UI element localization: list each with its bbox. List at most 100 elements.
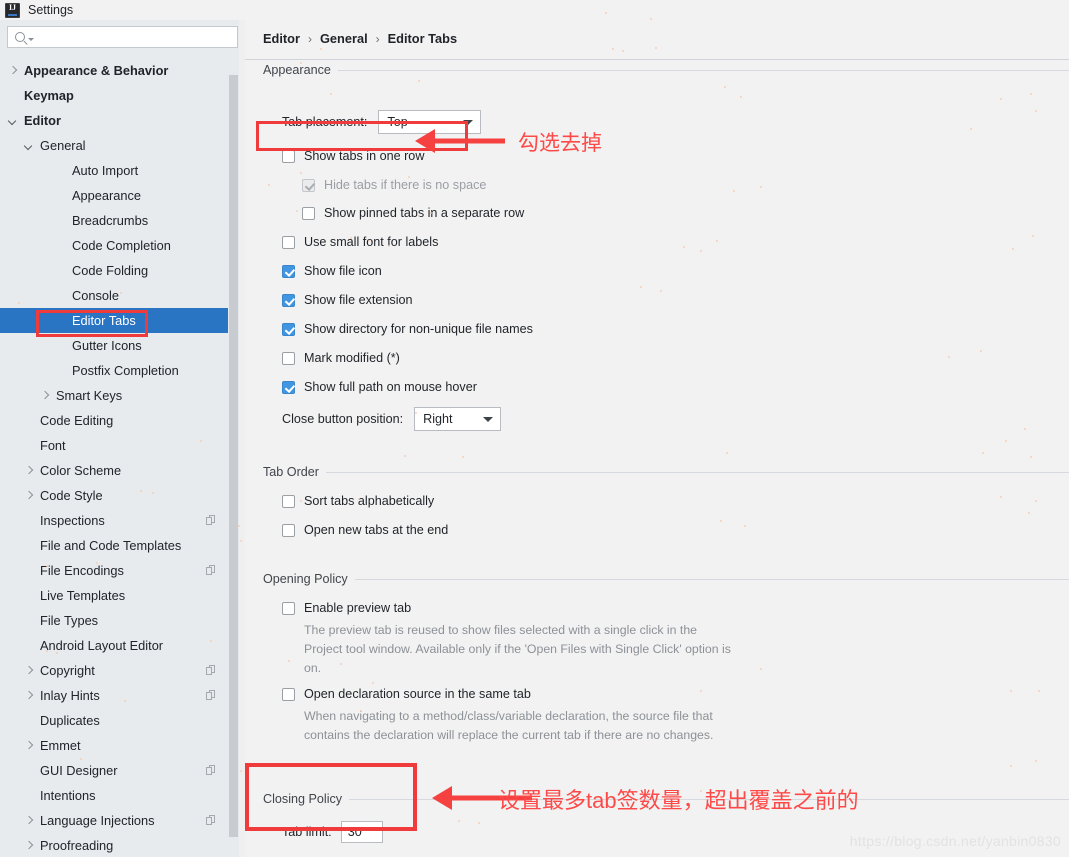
sidebar-item-appearance[interactable]: Appearance <box>0 183 228 208</box>
chevron-right-icon[interactable] <box>24 466 34 476</box>
sidebar-item-inlay-hints[interactable]: Inlay Hints <box>0 683 228 708</box>
sidebar-item-code-completion[interactable]: Code Completion <box>0 233 228 258</box>
speck <box>716 240 718 242</box>
tree-spacer <box>24 566 34 576</box>
speck <box>1010 765 1012 767</box>
search-filter-caret-icon[interactable] <box>28 38 34 41</box>
checkbox-box[interactable] <box>282 150 295 163</box>
checkbox-use-small-font-for-labels[interactable]: Use small font for labels <box>282 235 438 249</box>
sidebar-item-copyright[interactable]: Copyright <box>0 658 228 683</box>
speck <box>46 565 48 567</box>
chevron-right-icon[interactable] <box>24 666 34 676</box>
checkbox-mark-modified[interactable]: Mark modified (*) <box>282 351 400 365</box>
sidebar-item-appearance-behavior[interactable]: Appearance & Behavior <box>0 58 228 83</box>
checkbox-box[interactable] <box>282 323 295 336</box>
checkbox-box[interactable] <box>282 688 295 701</box>
tree-spacer <box>56 216 66 226</box>
sidebar-item-postfix-completion[interactable]: Postfix Completion <box>0 358 228 383</box>
speck <box>124 700 126 702</box>
sidebar-item-smart-keys[interactable]: Smart Keys <box>0 383 228 408</box>
checkbox-box[interactable] <box>282 352 295 365</box>
checkbox-open-new-tabs-at-the-end[interactable]: Open new tabs at the end <box>282 523 448 537</box>
checkbox-show-directory-for-non-unique-file-names[interactable]: Show directory for non-unique file names <box>282 322 533 336</box>
checkbox-box[interactable] <box>282 495 295 508</box>
sidebar-item-general[interactable]: General <box>0 133 228 158</box>
chevron-right-icon[interactable] <box>24 491 34 501</box>
checkbox-box <box>302 179 315 192</box>
sidebar-item-file-and-code-templates[interactable]: File and Code Templates <box>0 533 228 558</box>
checkbox-enable-preview-tab[interactable]: Enable preview tab <box>282 601 411 615</box>
sidebar-item-live-templates[interactable]: Live Templates <box>0 583 228 608</box>
chevron-right-icon[interactable] <box>24 691 34 701</box>
tab-limit-input[interactable]: 30 <box>341 821 383 843</box>
sidebar-item-android-layout-editor[interactable]: Android Layout Editor <box>0 633 228 658</box>
sidebar-item-language-injections[interactable]: Language Injections <box>0 808 228 833</box>
checkbox-box[interactable] <box>282 265 295 278</box>
chevron-right-icon[interactable] <box>40 391 50 401</box>
sidebar-scrollbar-thumb[interactable] <box>229 75 238 837</box>
checkbox-box[interactable] <box>282 294 295 307</box>
search-icon <box>15 32 25 42</box>
checkbox-show-file-icon[interactable]: Show file icon <box>282 264 382 278</box>
sidebar-item-gui-designer[interactable]: GUI Designer <box>0 758 228 783</box>
checkbox-label: Hide tabs if there is no space <box>324 178 486 192</box>
open-declaration-source-description: When navigating to a method/class/variab… <box>304 707 719 745</box>
chevron-down-icon[interactable] <box>8 116 18 126</box>
chevron-right-icon[interactable] <box>24 841 34 851</box>
chevron-right-icon[interactable] <box>24 816 34 826</box>
sidebar-item-code-style[interactable]: Code Style <box>0 483 228 508</box>
breadcrumb-item-editor[interactable]: Editor <box>263 31 300 46</box>
chevron-down-icon[interactable] <box>24 141 34 151</box>
checkbox-show-pinned-tabs-separate-row[interactable]: Show pinned tabs in a separate row <box>302 206 524 220</box>
checkbox-show-full-path-on-mouse-hover[interactable]: Show full path on mouse hover <box>282 380 477 394</box>
checkbox-box[interactable] <box>282 381 295 394</box>
close-button-position-dropdown[interactable]: Right <box>414 407 501 431</box>
checkbox-box[interactable] <box>302 207 315 220</box>
checkbox-box[interactable] <box>282 602 295 615</box>
checkbox-box[interactable] <box>282 524 295 537</box>
speck <box>733 190 735 192</box>
breadcrumb-item-general[interactable]: General <box>320 31 368 46</box>
sidebar-item-font[interactable]: Font <box>0 433 228 458</box>
sidebar-item-inspections[interactable]: Inspections <box>0 508 228 533</box>
close-button-position-value: Right <box>423 412 452 426</box>
sidebar-item-keymap[interactable]: Keymap <box>0 83 228 108</box>
checkbox-sort-tabs-alphabetically[interactable]: Sort tabs alphabetically <box>282 494 434 508</box>
sidebar-item-file-encodings[interactable]: File Encodings <box>0 558 228 583</box>
checkbox-open-declaration-source-same-tab[interactable]: Open declaration source in the same tab <box>282 687 531 701</box>
sidebar-item-code-folding[interactable]: Code Folding <box>0 258 228 283</box>
sidebar-item-label: Appearance & Behavior <box>24 63 168 78</box>
sidebar-item-breadcrumbs[interactable]: Breadcrumbs <box>0 208 228 233</box>
tree-spacer <box>56 291 66 301</box>
sidebar-item-proofreading[interactable]: Proofreading <box>0 833 228 857</box>
chevron-right-icon[interactable] <box>8 66 18 76</box>
search-box[interactable] <box>7 26 238 48</box>
speck <box>152 492 154 494</box>
sidebar-item-editor-tabs[interactable]: Editor Tabs <box>0 308 228 333</box>
speck <box>368 240 370 242</box>
sidebar-item-editor[interactable]: Editor <box>0 108 228 133</box>
tree-spacer <box>56 366 66 376</box>
sidebar-item-emmet[interactable]: Emmet <box>0 733 228 758</box>
sidebar-item-label: Code Style <box>40 488 103 503</box>
checkbox-box[interactable] <box>282 236 295 249</box>
sidebar-item-file-types[interactable]: File Types <box>0 608 228 633</box>
search-input[interactable] <box>37 29 237 45</box>
chevron-right-icon[interactable] <box>24 741 34 751</box>
tree-spacer <box>56 166 66 176</box>
checkbox-show-tabs-in-one-row[interactable]: Show tabs in one row <box>282 149 424 163</box>
sidebar-item-gutter-icons[interactable]: Gutter Icons <box>0 333 228 358</box>
tree-spacer <box>56 191 66 201</box>
speck <box>372 682 374 684</box>
sidebar-item-code-editing[interactable]: Code Editing <box>0 408 228 433</box>
sidebar-item-duplicates[interactable]: Duplicates <box>0 708 228 733</box>
speck <box>724 86 726 88</box>
sidebar-item-label: Android Layout Editor <box>40 638 163 653</box>
sidebar-item-console[interactable]: Console <box>0 283 228 308</box>
sidebar-item-label: File and Code Templates <box>40 538 181 553</box>
checkbox-show-file-extension[interactable]: Show file extension <box>282 293 413 307</box>
speck <box>200 440 202 442</box>
sidebar-item-color-scheme[interactable]: Color Scheme <box>0 458 228 483</box>
sidebar-item-intentions[interactable]: Intentions <box>0 783 228 808</box>
sidebar-item-auto-import[interactable]: Auto Import <box>0 158 228 183</box>
